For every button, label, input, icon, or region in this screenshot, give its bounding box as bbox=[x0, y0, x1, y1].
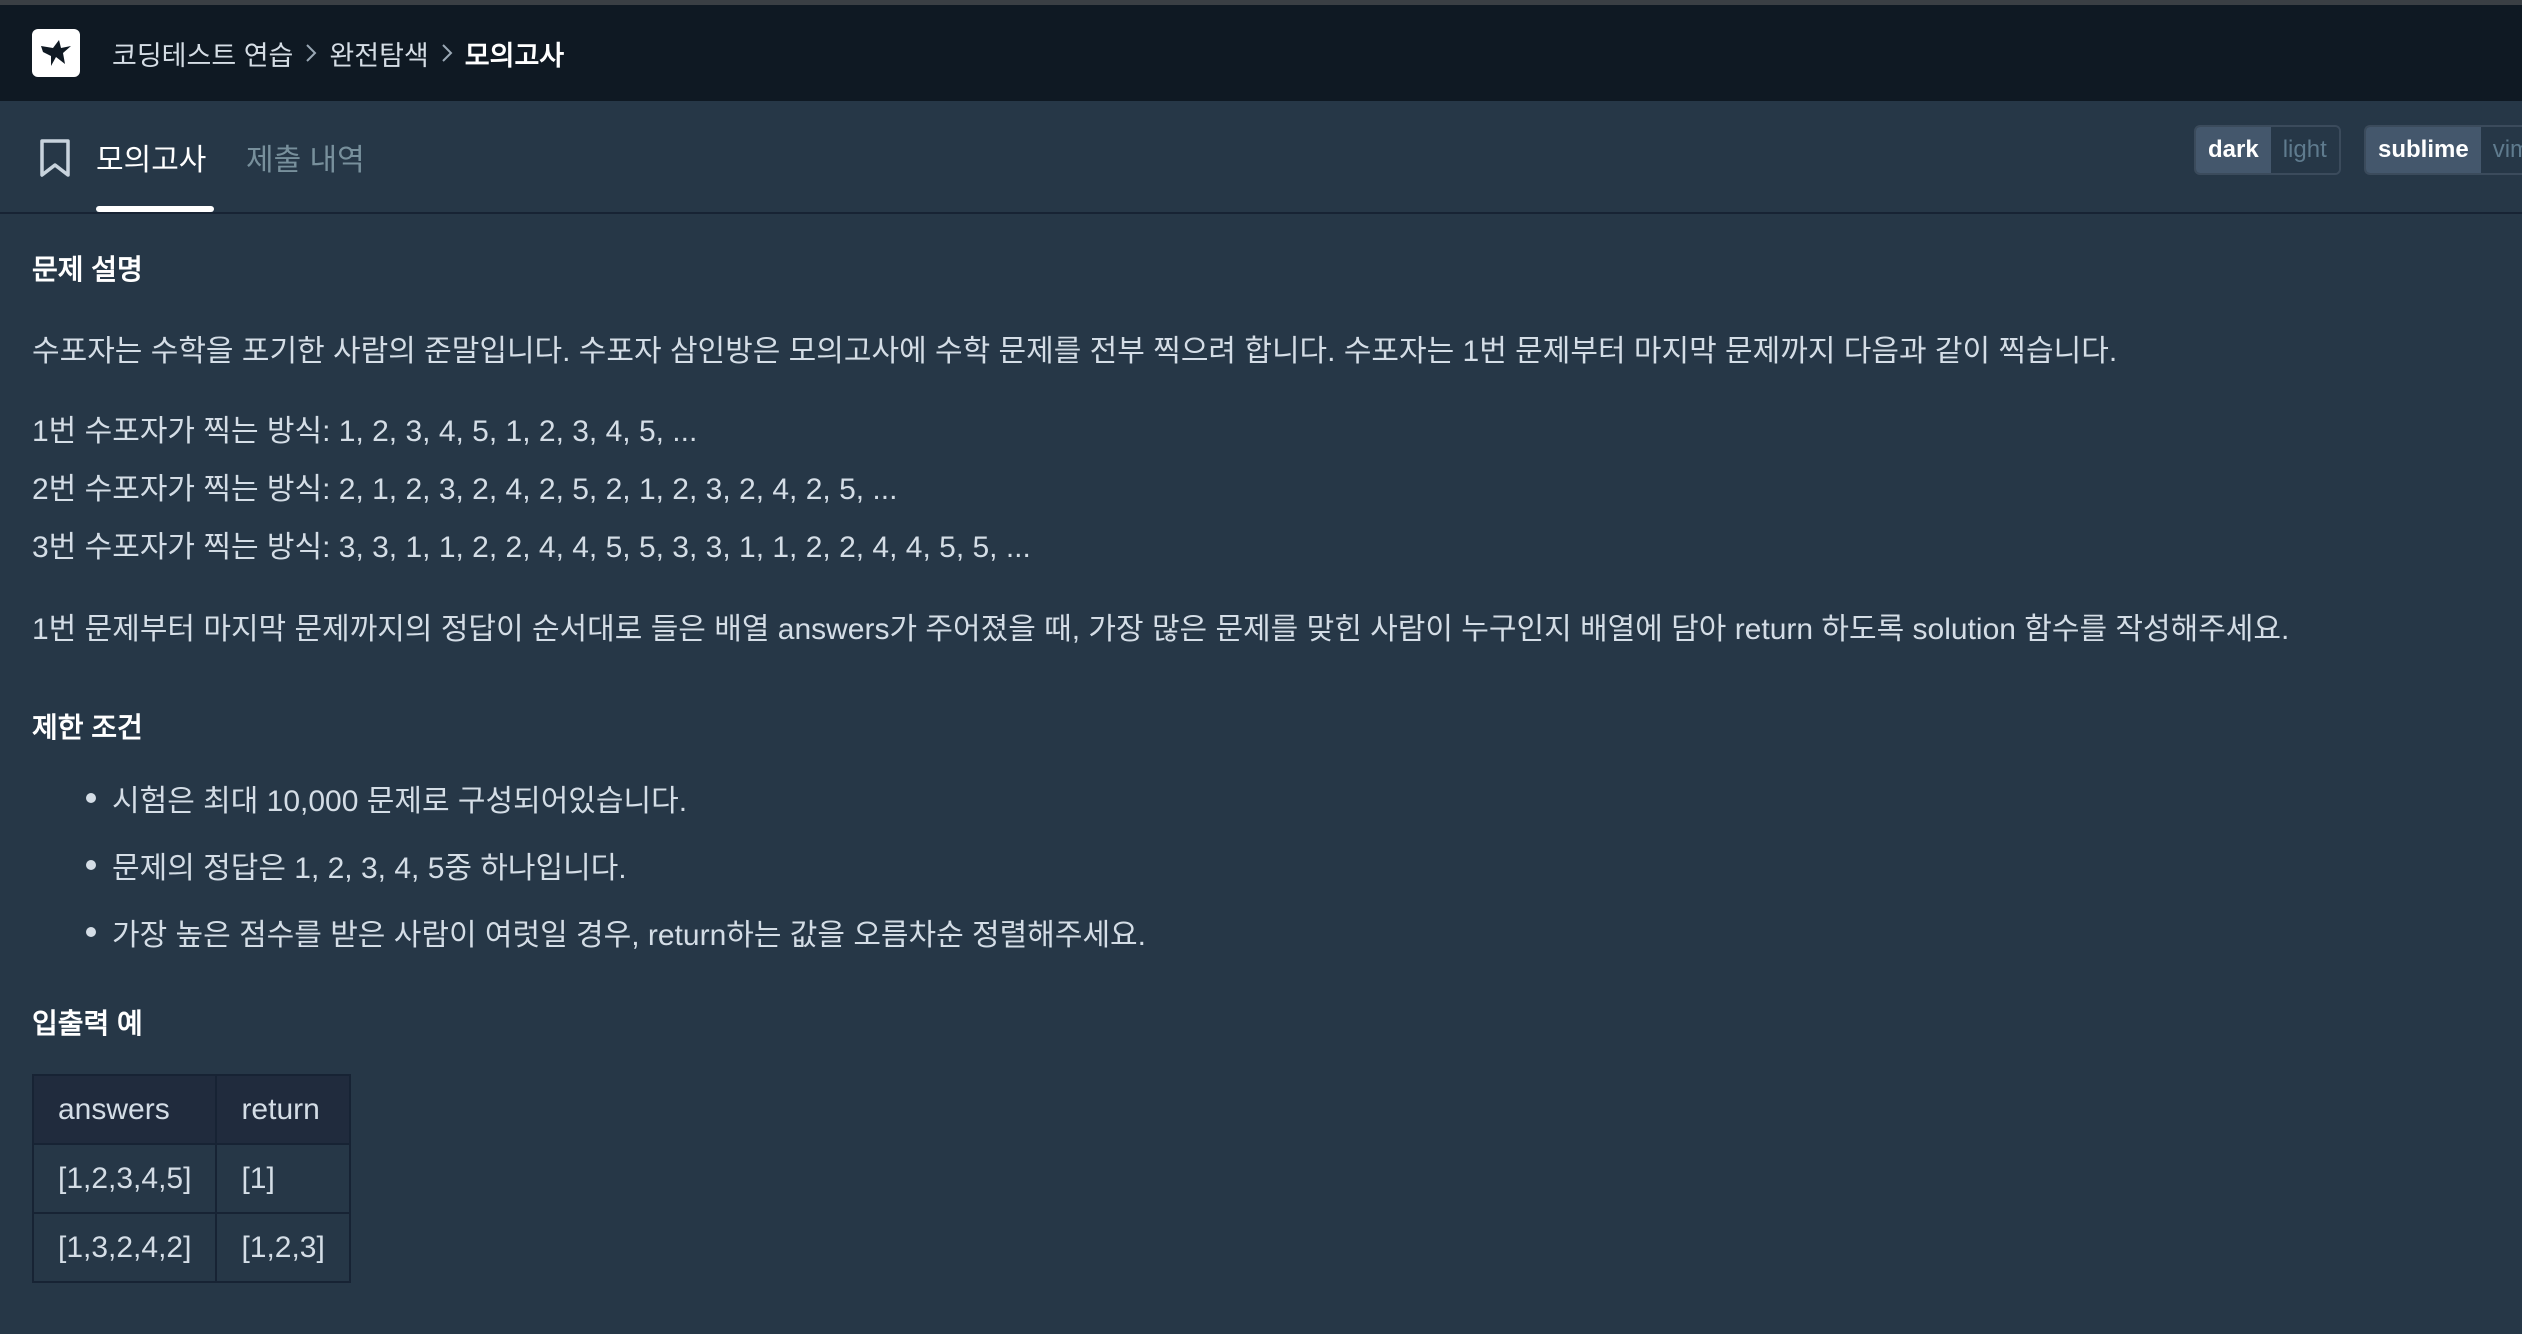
top-navbar: 코딩테스트 연습 완전탐색 모의고사 bbox=[0, 5, 2522, 101]
programmers-logo-icon[interactable] bbox=[32, 29, 80, 77]
table-cell: [1,2,3] bbox=[215, 1212, 351, 1283]
table-row: [1,3,2,4,2] [1,2,3] bbox=[31, 1212, 351, 1283]
list-item: 시험은 최대 10,000 문제로 구성되어있습니다. bbox=[82, 776, 1146, 843]
list-item: 가장 높은 점수를 받은 사람이 여럿일 경우, return하는 값을 오름차… bbox=[82, 910, 1146, 977]
pattern-line-2: 2번 수포자가 찍는 방식: 2, 1, 2, 3, 2, 4, 2, 5, 2… bbox=[32, 473, 898, 506]
table-cell: [1,3,2,4,2] bbox=[31, 1212, 218, 1283]
keymap-vim-button[interactable]: vim bbox=[2480, 127, 2522, 173]
pattern-line-1: 1번 수포자가 찍는 방식: 1, 2, 3, 4, 5, 1, 2, 3, 4… bbox=[32, 415, 698, 448]
editor-keymap-toggle: sublime vim bbox=[2364, 125, 2522, 175]
bookmark-icon[interactable] bbox=[38, 138, 72, 183]
table-cell: [1,2,3,4,5] bbox=[31, 1143, 218, 1214]
keymap-sublime-button[interactable]: sublime bbox=[2366, 127, 2481, 173]
column-header-return: return bbox=[215, 1074, 351, 1145]
chevron-right-icon bbox=[305, 43, 317, 63]
column-header-answers: answers bbox=[31, 1074, 218, 1145]
constraints-title: 제한 조건 bbox=[32, 712, 143, 743]
chevron-right-icon bbox=[441, 43, 453, 63]
io-example-title: 입출력 예 bbox=[32, 1008, 143, 1039]
breadcrumb-brute-force[interactable]: 완전탐색 bbox=[329, 34, 428, 73]
problem-tab-bar: 모의고사 제출 내역 dark light sublime vim bbox=[0, 101, 2522, 214]
theme-light-button[interactable]: light bbox=[2270, 127, 2339, 173]
constraints-list: 시험은 최대 10,000 문제로 구성되어있습니다. 문제의 정답은 1, 2… bbox=[82, 776, 1146, 977]
table-row: [1,2,3,4,5] [1] bbox=[31, 1143, 351, 1214]
table-cell: [1] bbox=[215, 1143, 351, 1214]
theme-toggle: dark light bbox=[2194, 125, 2341, 175]
tab-problem[interactable]: 모의고사 bbox=[96, 135, 206, 179]
breadcrumb-coding-test[interactable]: 코딩테스트 연습 bbox=[112, 34, 293, 73]
theme-dark-button[interactable]: dark bbox=[2196, 127, 2271, 173]
breadcrumb-current-problem: 모의고사 bbox=[464, 40, 565, 71]
io-example-table: answers return [1,2,3,4,5] [1] [1,3,2,4,… bbox=[31, 1074, 351, 1283]
task-paragraph: 1번 문제부터 마지막 문제까지의 정답이 순서대로 들은 배열 answers… bbox=[32, 613, 2290, 646]
table-header-row: answers return bbox=[31, 1074, 351, 1145]
description-title: 문제 설명 bbox=[32, 254, 143, 285]
list-item: 문제의 정답은 1, 2, 3, 4, 5중 하나입니다. bbox=[82, 843, 1146, 910]
pattern-line-3: 3번 수포자가 찍는 방식: 3, 3, 1, 1, 2, 2, 4, 4, 5… bbox=[32, 531, 1031, 564]
active-tab-indicator bbox=[96, 206, 214, 212]
intro-paragraph: 수포자는 수학을 포기한 사람의 준말입니다. 수포자 삼인방은 모의고사에 수… bbox=[32, 335, 2118, 368]
tab-submissions[interactable]: 제출 내역 bbox=[246, 135, 365, 179]
